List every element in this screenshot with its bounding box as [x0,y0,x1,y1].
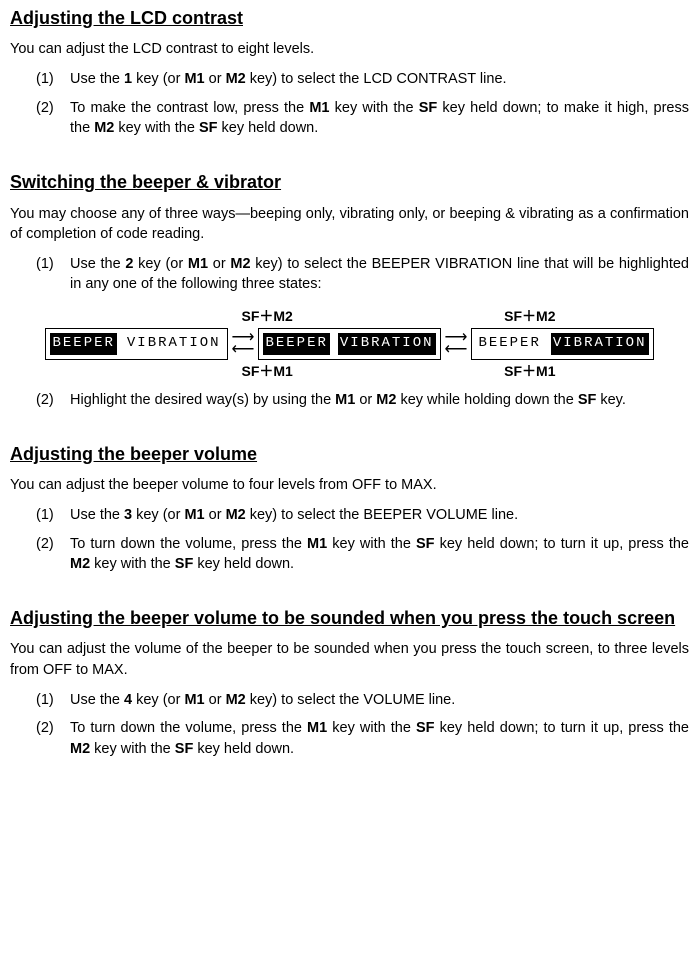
section-heading-lcd-contrast: Adjusting the LCD contrast [10,6,689,31]
list-item: (1) Use the 2 key (or M1 or M2 key) to s… [36,254,689,295]
key-label: M2 [226,507,246,523]
section-intro: You can adjust the beeper volume to four… [10,475,689,495]
key-label: M1 [335,392,355,408]
key-label: M1 [184,71,204,87]
key-label: M2 [226,692,246,708]
key-label: M2 [70,556,90,572]
step-text: Use the 3 key (or M1 or M2 key) to selec… [70,505,689,525]
step-text: Use the 4 key (or M1 or M2 key) to selec… [70,690,689,710]
state-diagram: SF＋M2 SF＋M2 BEEPER VIBRATION ⟶⟵ BEEPER V… [30,307,670,382]
key-label: M1 [309,100,329,116]
key-label: SF [416,720,435,736]
step-number: (2) [36,534,70,575]
key-label: M1 [184,507,204,523]
state-word-highlighted: BEEPER [50,333,116,355]
step-number: (1) [36,254,70,295]
step-number: (2) [36,390,70,410]
key-label: SF [419,100,438,116]
key-label: M2 [226,71,246,87]
state-box-both: BEEPER VIBRATION [258,328,440,360]
list-item: (2) Highlight the desired way(s) by usin… [36,390,689,410]
list-item: (2) To turn down the volume, press the M… [36,718,689,759]
transition-arrows-icon: ⟶⟵ [445,332,468,356]
key-combo-label: SF＋M2 [504,307,555,327]
step-text: Highlight the desired way(s) by using th… [70,390,689,410]
step-text: Use the 1 key (or M1 or M2 key) to selec… [70,69,689,89]
state-word-highlighted: BEEPER [263,333,329,355]
section-heading-beeper-vibrator: Switching the beeper & vibrator [10,170,689,195]
key-combo-label: SF＋M1 [242,362,293,382]
key-label: M2 [230,256,250,272]
state-word: VIBRATION [125,333,223,355]
instruction-list: (1) Use the 1 key (or M1 or M2 key) to s… [36,69,689,138]
key-label: M2 [94,120,114,136]
state-word-highlighted: VIBRATION [551,333,649,355]
step-text: To make the contrast low, press the M1 k… [70,98,689,139]
key-label: SF [416,536,435,552]
step-number: (2) [36,718,70,759]
list-item: (2) To turn down the volume, press the M… [36,534,689,575]
section-intro: You may choose any of three ways—beeping… [10,204,689,245]
key-label: M2 [376,392,396,408]
key-combo-label: SF＋M2 [242,307,293,327]
instruction-list: (1) Use the 3 key (or M1 or M2 key) to s… [36,505,689,574]
list-item: (2) To make the contrast low, press the … [36,98,689,139]
instruction-list: (1) Use the 4 key (or M1 or M2 key) to s… [36,690,689,759]
diagram-bottom-labels: SF＋M1 SF＋M1 [30,362,670,382]
instruction-list: (2) Highlight the desired way(s) by usin… [36,390,689,410]
state-box-vibration: BEEPER VIBRATION [471,328,653,360]
key-label: M1 [307,536,327,552]
step-text: Use the 2 key (or M1 or M2 key) to selec… [70,254,689,295]
state-box-beeper: BEEPER VIBRATION [45,328,227,360]
transition-arrows-icon: ⟶⟵ [232,332,255,356]
key-label: 4 [124,692,132,708]
state-word: BEEPER [476,333,542,355]
section-intro: You can adjust the LCD contrast to eight… [10,39,689,59]
key-label: SF [199,120,218,136]
step-text: To turn down the volume, press the M1 ke… [70,534,689,575]
key-label: SF [175,556,194,572]
list-item: (1) Use the 3 key (or M1 or M2 key) to s… [36,505,689,525]
key-label: M2 [70,741,90,757]
step-text: To turn down the volume, press the M1 ke… [70,718,689,759]
section-heading-beeper-volume: Adjusting the beeper volume [10,442,689,467]
key-label: M1 [184,692,204,708]
diagram-top-labels: SF＋M2 SF＋M2 [30,307,670,327]
key-label: 3 [124,507,132,523]
step-number: (1) [36,69,70,89]
section-heading-touch-volume: Adjusting the beeper volume to be sounde… [10,606,689,631]
key-label: 1 [124,71,132,87]
key-label: SF [175,741,194,757]
state-word-highlighted: VIBRATION [338,333,436,355]
list-item: (1) Use the 1 key (or M1 or M2 key) to s… [36,69,689,89]
instruction-list: (1) Use the 2 key (or M1 or M2 key) to s… [36,254,689,295]
step-number: (2) [36,98,70,139]
key-label: M1 [188,256,208,272]
list-item: (1) Use the 4 key (or M1 or M2 key) to s… [36,690,689,710]
step-number: (1) [36,690,70,710]
key-label: M1 [307,720,327,736]
section-intro: You can adjust the volume of the beeper … [10,639,689,680]
key-combo-label: SF＋M1 [504,362,555,382]
step-number: (1) [36,505,70,525]
key-label: SF [578,392,597,408]
